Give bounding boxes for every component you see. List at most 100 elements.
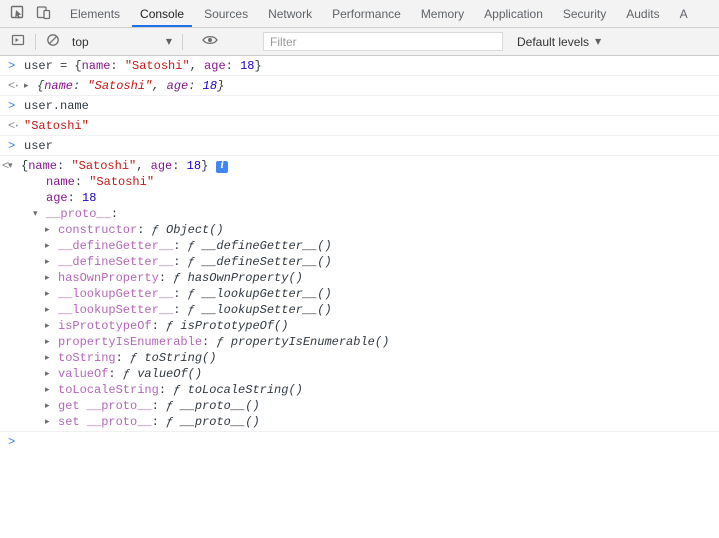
object-property-row[interactable]: ▸isPrototypeOf: ƒ isPrototypeOf(): [8, 318, 711, 334]
entry-body: "Satoshi": [24, 118, 711, 134]
console-token: ƒ toString(): [130, 351, 216, 365]
expanded-triangle-icon[interactable]: ▾: [33, 206, 46, 222]
collapsed-triangle-icon[interactable]: ▸: [45, 366, 58, 382]
console-token: constructor: [58, 223, 137, 237]
console-token: name: [44, 79, 73, 93]
object-property-row[interactable]: ▸set __proto__: ƒ __proto__(): [8, 414, 711, 430]
console-token: 18: [187, 159, 201, 173]
tab-elements[interactable]: Elements: [62, 0, 128, 27]
console-token: name: [46, 175, 75, 189]
console-prompt[interactable]: >: [0, 432, 719, 451]
clear-console-icon: [46, 33, 60, 50]
object-property-row[interactable]: ▸valueOf: ƒ valueOf(): [8, 366, 711, 382]
tab-memory[interactable]: Memory: [413, 0, 472, 27]
console-sidebar-button[interactable]: [5, 30, 31, 54]
console-token: hasOwnProperty: [58, 271, 159, 285]
token-group: name: "Satoshi": [46, 175, 154, 189]
collapsed-triangle-icon[interactable]: ▸: [45, 334, 58, 350]
object-property-row[interactable]: ▸__defineSetter__: ƒ __defineSetter__(): [8, 254, 711, 270]
token-group: valueOf: ƒ valueOf(): [58, 367, 202, 381]
collapsed-triangle-icon[interactable]: ▸: [45, 222, 58, 238]
collapsed-triangle-icon[interactable]: ▸: [45, 414, 58, 430]
device-toolbar-button[interactable]: [30, 2, 56, 26]
console-token: ƒ propertyIsEnumerable(): [216, 335, 389, 349]
collapsed-triangle-icon[interactable]: ▸: [45, 350, 58, 366]
object-property-row[interactable]: ▸propertyIsEnumerable: ƒ propertyIsEnume…: [8, 334, 711, 350]
entry-body: user: [24, 138, 711, 154]
collapsed-triangle-icon[interactable]: ▸: [45, 286, 58, 302]
object-property-row[interactable]: ▸__defineGetter__: ƒ __defineGetter__(): [8, 238, 711, 254]
entry-body: ▾ {name: "Satoshi", age: 18} i name: "Satos…: [8, 158, 711, 430]
object-property-row[interactable]: ▸constructor: ƒ Object(): [8, 222, 711, 238]
console-token: user = {: [24, 59, 82, 73]
console-token: :: [152, 399, 166, 413]
chevron-down-icon: ▼: [166, 37, 172, 46]
console-token: "Satoshi": [24, 119, 89, 133]
console-token: ƒ Object(): [152, 223, 224, 237]
console-input-entry: >user = {name: "Satoshi", age: 18}: [0, 56, 719, 76]
clear-console-button[interactable]: [40, 30, 66, 54]
object-property-row[interactable]: ▸__lookupGetter__: ƒ __lookupGetter__(): [8, 286, 711, 302]
log-levels-dropdown[interactable]: Default levels ▼: [517, 35, 601, 49]
tab-network[interactable]: Network: [260, 0, 320, 27]
console-token: }: [254, 59, 261, 73]
inspect-element-button[interactable]: [4, 2, 30, 26]
console-token: ƒ __proto__(): [166, 399, 260, 413]
console-token: __defineGetter__: [58, 239, 173, 253]
object-header[interactable]: ▾{name: "Satoshi", age: 18}i: [8, 158, 711, 174]
console-token: :: [57, 159, 71, 173]
console-token: 18: [82, 191, 96, 205]
devtools-tabs: ElementsConsoleSourcesNetworkPerformance…: [60, 0, 719, 27]
console-token: :: [173, 287, 187, 301]
tab-application[interactable]: Application: [476, 0, 551, 27]
console-token: toLocaleString: [58, 383, 159, 397]
console-sidebar-icon: [11, 33, 25, 50]
tab-a[interactable]: A: [672, 0, 696, 27]
console-token: ƒ __defineGetter__(): [188, 239, 332, 253]
entry-body: user = {name: "Satoshi", age: 18}: [24, 58, 711, 74]
live-expression-button[interactable]: [197, 30, 223, 54]
collapsed-triangle-icon[interactable]: ▸: [45, 398, 58, 414]
tab-audits[interactable]: Audits: [618, 0, 667, 27]
token-group: __lookupSetter__: ƒ __lookupSetter__(): [58, 303, 332, 317]
collapsed-triangle-icon[interactable]: ▸: [45, 382, 58, 398]
console-token: :: [202, 335, 216, 349]
object-property-row[interactable]: ▸toString: ƒ toString(): [8, 350, 711, 366]
collapsed-triangle-icon[interactable]: ▸: [45, 238, 58, 254]
console-token: "Satoshi": [89, 175, 154, 189]
devtools-window: ElementsConsoleSourcesNetworkPerformance…: [0, 0, 719, 538]
object-property-row[interactable]: ▸get __proto__: ƒ __proto__(): [8, 398, 711, 414]
tab-performance[interactable]: Performance: [324, 0, 409, 27]
console-token: :: [108, 367, 122, 381]
token-group: {name: "Satoshi", age: 18}: [21, 159, 208, 173]
result-chevron-icon: <·: [2, 158, 12, 174]
collapsed-triangle-icon[interactable]: ▸: [45, 254, 58, 270]
token-group: constructor: ƒ Object(): [58, 223, 224, 237]
console-token: valueOf: [58, 367, 108, 381]
object-property-row: age: 18: [8, 190, 711, 206]
collapsed-triangle-icon[interactable]: ▸: [24, 78, 37, 94]
tab-console[interactable]: Console: [132, 0, 192, 27]
console-token: age: [46, 191, 68, 205]
chevron-down-icon: ▼: [595, 37, 601, 46]
console-token: }: [201, 159, 208, 173]
collapsed-triangle-icon[interactable]: ▸: [45, 318, 58, 334]
tab-security[interactable]: Security: [555, 0, 614, 27]
token-group: user.name: [24, 99, 89, 113]
object-property-row[interactable]: ▸hasOwnProperty: ƒ hasOwnProperty(): [8, 270, 711, 286]
token-group: user: [24, 139, 53, 153]
object-property-row: name: "Satoshi": [8, 174, 711, 190]
console-token: ƒ __lookupGetter__(): [188, 287, 332, 301]
filter-input[interactable]: [263, 32, 503, 51]
collapsed-triangle-icon[interactable]: ▸: [45, 270, 58, 286]
toolbar-separator: [35, 34, 36, 50]
javascript-context-selector[interactable]: top ▼: [66, 31, 178, 53]
tab-sources[interactable]: Sources: [196, 0, 256, 27]
object-property-row[interactable]: ▸__lookupSetter__: ƒ __lookupSetter__(): [8, 302, 711, 318]
collapsed-triangle-icon[interactable]: ▸: [45, 302, 58, 318]
object-property-row[interactable]: ▾__proto__:: [8, 206, 711, 222]
info-icon[interactable]: i: [216, 161, 228, 173]
object-property-row[interactable]: ▸toLocaleString: ƒ toLocaleString(): [8, 382, 711, 398]
token-group: __defineGetter__: ƒ __defineGetter__(): [58, 239, 332, 253]
console-token: get __proto__: [58, 399, 152, 413]
